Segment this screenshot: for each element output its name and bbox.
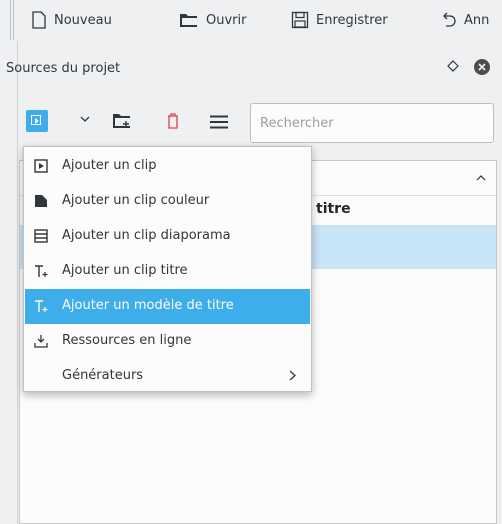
sort-chevron-up-icon[interactable] [476, 174, 486, 181]
menu-item-label: Ajouter un clip couleur [62, 193, 210, 208]
float-icon [447, 60, 459, 72]
dock-float-button[interactable] [447, 60, 459, 76]
dock-close-button[interactable] [474, 59, 490, 75]
main-toolbar: Nouveau Ouvrir Enregistrer Ann [0, 0, 502, 40]
new-button[interactable]: Nouveau [31, 9, 112, 31]
delete-icon[interactable] [165, 112, 181, 130]
toolbar-handle[interactable] [10, 0, 14, 40]
menu-item-add-clip[interactable]: Ajouter un clip [25, 149, 310, 184]
chevron-right-icon [289, 370, 296, 381]
menu-item-add-title-template[interactable]: Ajouter un modèle de titre [25, 289, 310, 324]
folder-open-icon [180, 14, 197, 27]
menu-item-label: Générateurs [62, 368, 144, 383]
menu-item-label: Ajouter un modèle de titre [62, 298, 234, 313]
title-template-icon [35, 300, 48, 312]
search-input[interactable] [251, 104, 493, 142]
save-label: Enregistrer [316, 12, 388, 28]
open-label: Ouvrir [206, 12, 247, 28]
menu-item-label: Ajouter un clip diaporama [62, 228, 231, 243]
list-item-title: titre [316, 201, 351, 217]
download-icon [34, 335, 48, 348]
close-icon [478, 63, 486, 71]
add-clip-button[interactable] [26, 110, 48, 132]
menu-item-label: Ajouter un clip titre [62, 263, 188, 278]
search-box[interactable] [250, 103, 494, 143]
save-button[interactable]: Enregistrer [291, 9, 388, 31]
new-label: Nouveau [54, 12, 112, 28]
dock-left-border [17, 41, 18, 524]
play-triangle-icon [35, 118, 39, 124]
new-document-icon [32, 11, 46, 29]
hamburger-menu-icon[interactable] [209, 115, 229, 129]
title-clip-icon [35, 265, 48, 277]
add-folder-icon[interactable] [112, 112, 132, 130]
menu-item-add-color-clip[interactable]: Ajouter un clip couleur [25, 184, 310, 219]
open-button[interactable]: Ouvrir [179, 9, 246, 31]
slideshow-icon [34, 229, 48, 243]
add-clip-menu: Ajouter un clip Ajouter un clip couleur … [23, 146, 312, 392]
menu-item-add-slideshow-clip[interactable]: Ajouter un clip diaporama [25, 219, 310, 254]
clip-icon [34, 159, 48, 173]
undo-icon [443, 12, 456, 27]
save-icon [291, 11, 309, 29]
dock-title: Sources du projet [6, 61, 121, 76]
menu-item-online-resources[interactable]: Ressources en ligne [25, 324, 310, 359]
menu-item-label: Ajouter un clip [62, 158, 157, 173]
undo-button[interactable]: Ann [441, 9, 489, 31]
undo-label: Ann [464, 12, 490, 28]
menu-item-label: Ressources en ligne [62, 333, 192, 348]
color-clip-icon [35, 195, 47, 207]
chevron-down-icon[interactable] [80, 115, 90, 123]
menu-item-generators[interactable]: Générateurs [25, 359, 310, 394]
menu-item-add-title-clip[interactable]: Ajouter un clip titre [25, 254, 310, 289]
